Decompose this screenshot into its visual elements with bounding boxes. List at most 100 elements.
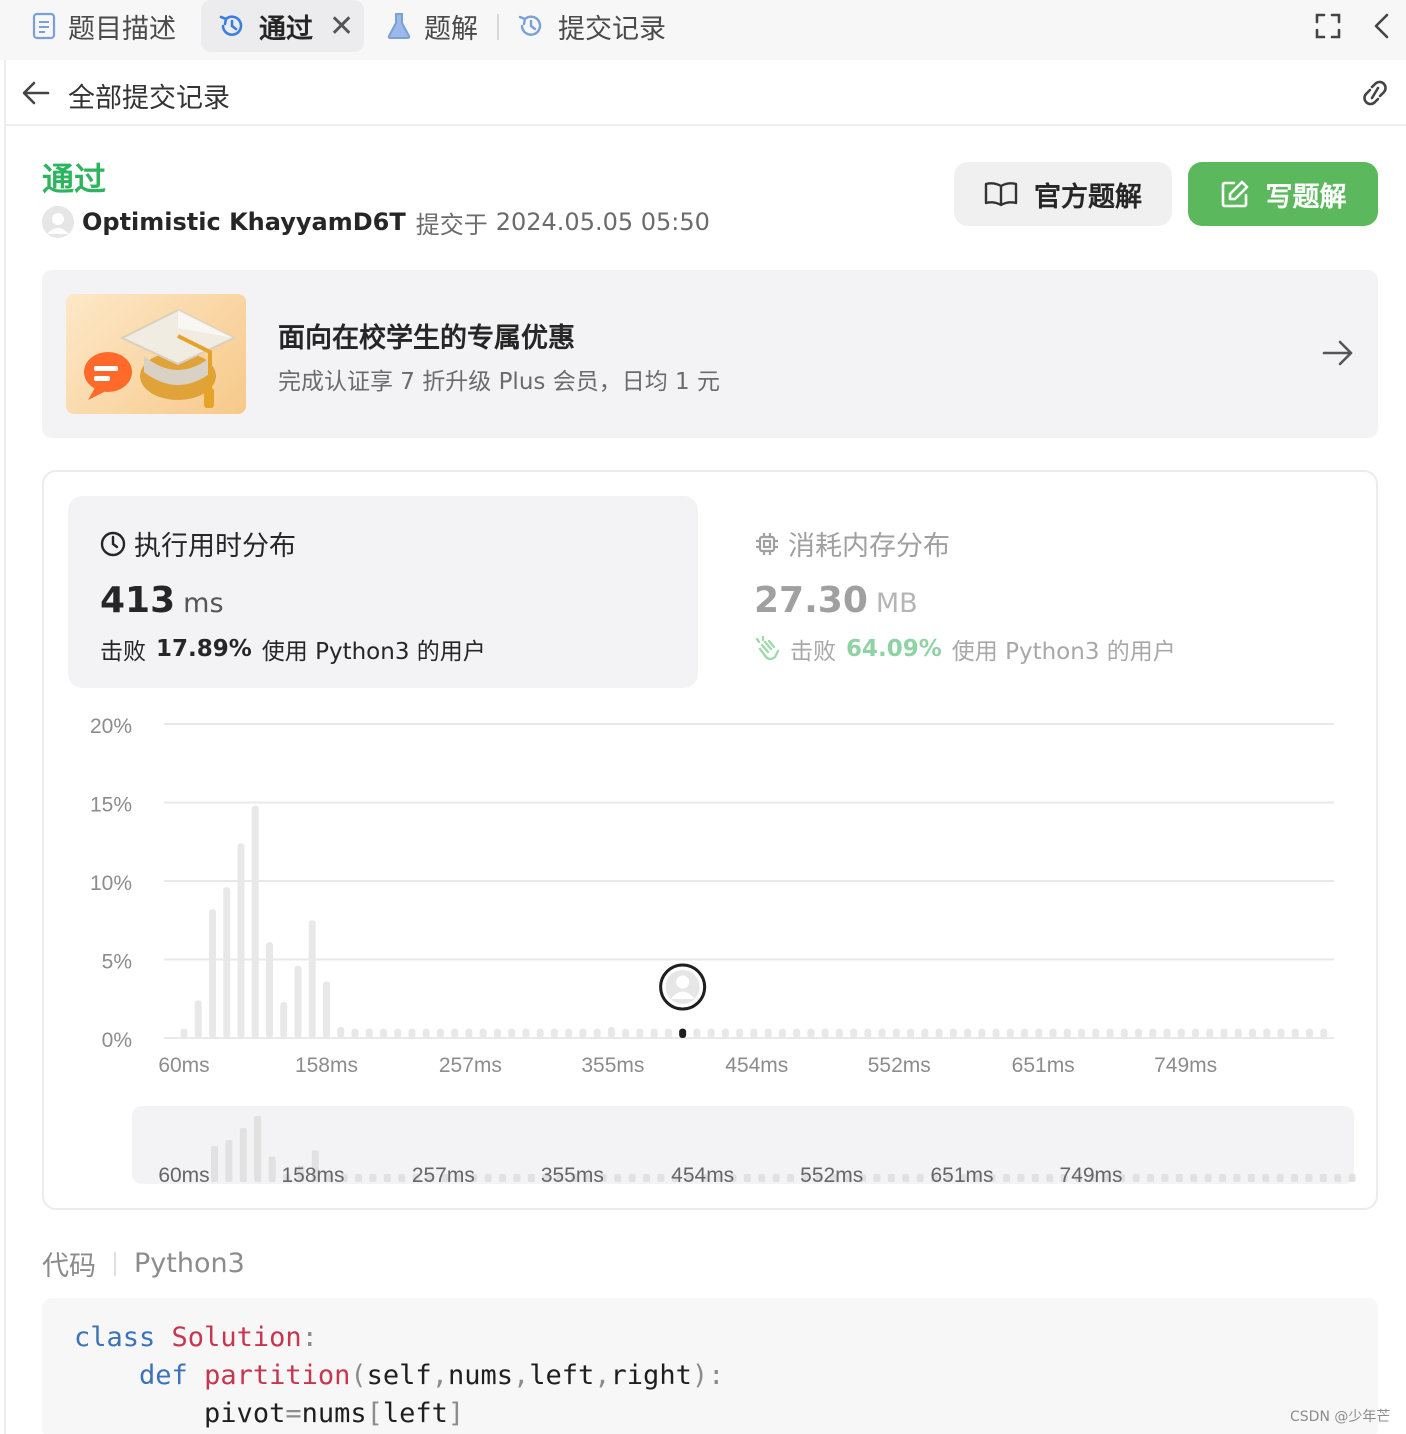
user-name[interactable]: Optimistic KhayyamD6T	[82, 208, 406, 236]
runtime-panel[interactable]: 执行用时分布 413 ms 击败 17.89% 使用 Python3 的用户	[68, 496, 698, 688]
tab-solutions[interactable]: 题解	[386, 0, 478, 52]
link-icon[interactable]	[1358, 78, 1392, 108]
code-token: right	[610, 1360, 692, 1391]
overview-bar	[355, 1174, 362, 1182]
distribution-bar	[707, 1028, 715, 1038]
code-token: self	[366, 1360, 432, 1391]
distribution-bar	[1291, 1028, 1299, 1038]
code-header-divider	[114, 1251, 116, 1276]
memory-unit: MB	[875, 588, 918, 619]
arrow-right-icon[interactable]	[1322, 338, 1354, 368]
flask-icon	[386, 12, 412, 40]
distribution-bar	[223, 887, 231, 1038]
edit-icon	[1220, 179, 1250, 209]
code-token: pivot	[204, 1398, 286, 1429]
distribution-bar	[1063, 1028, 1071, 1038]
write-solution-button[interactable]: 写题解	[1188, 162, 1378, 226]
tab-accepted[interactable]: 通过 ✕	[201, 0, 364, 52]
distribution-bar	[978, 1028, 986, 1038]
overview-bar	[225, 1140, 233, 1182]
code-token: nums	[301, 1398, 367, 1429]
runtime-value-row: 413 ms	[100, 580, 224, 621]
distribution-bar	[850, 1028, 858, 1038]
distribution-bar	[451, 1028, 459, 1038]
distribution-bar	[536, 1028, 544, 1038]
x-tick-label: 158ms	[295, 1054, 358, 1077]
close-icon[interactable]: ✕	[329, 9, 354, 44]
overview-bar	[1204, 1174, 1212, 1182]
panel-border	[4, 60, 6, 1434]
distribution-bar	[1135, 1028, 1143, 1038]
overview-bar	[643, 1174, 650, 1182]
clap-icon	[754, 635, 782, 663]
memory-title-text: 消耗内存分布	[788, 531, 950, 562]
runtime-value: 413	[100, 580, 176, 621]
memory-title: 消耗内存分布	[754, 524, 950, 563]
distribution-bar	[921, 1028, 929, 1038]
distribution-bar	[180, 1028, 188, 1038]
beat-prefix: 击败	[790, 639, 836, 665]
avatar[interactable]	[42, 206, 74, 238]
beat-prefix: 击败	[100, 639, 146, 665]
distribution-bar	[208, 909, 216, 1038]
official-solution-button[interactable]: 官方题解	[954, 162, 1172, 226]
distribution-bar	[194, 1000, 202, 1038]
distribution-bar	[1049, 1028, 1057, 1038]
distribution-bar	[864, 1028, 872, 1038]
y-tick-label: 5%	[102, 951, 132, 974]
distribution-bar	[1177, 1028, 1185, 1038]
distribution-bar	[493, 1028, 501, 1038]
student-promo-banner[interactable]: 面向在校学生的专属优惠 完成认证享 7 折升级 Plus 会员，日均 1 元	[42, 270, 1378, 438]
code-token: nums	[447, 1360, 513, 1391]
performance-card: 执行用时分布 413 ms 击败 17.89% 使用 Python3 的用户 消耗…	[42, 470, 1378, 1210]
back-arrow-icon[interactable]	[22, 80, 50, 106]
distribution-bar	[892, 1028, 900, 1038]
fullscreen-icon[interactable]	[1314, 12, 1342, 40]
overview-bar	[887, 1174, 895, 1182]
distribution-bar	[1092, 1028, 1100, 1038]
overview-bar	[1161, 1174, 1169, 1182]
tab-label: 通过	[259, 13, 313, 45]
watermark: CSDN @少年芒	[1290, 1409, 1391, 1425]
runtime-beat-pct: 17.89%	[156, 636, 252, 662]
distribution-bar	[522, 1028, 530, 1038]
overview-tick-label: 552ms	[800, 1164, 863, 1187]
y-tick-label: 15%	[90, 794, 132, 817]
overview-bar	[254, 1116, 262, 1182]
back-label[interactable]: 全部提交记录	[68, 76, 230, 115]
x-tick-label: 454ms	[725, 1054, 788, 1077]
overview-bar	[398, 1174, 406, 1182]
overview-tick-label: 257ms	[412, 1164, 475, 1187]
memory-panel[interactable]: 消耗内存分布 27.30 MB 击败 64.09% 使用 Python3 的用户	[724, 496, 1354, 688]
overview-bar	[614, 1174, 622, 1182]
overview-bar	[628, 1174, 636, 1182]
tab-description[interactable]: 题目描述	[32, 0, 176, 52]
distribution-bar	[807, 1028, 815, 1038]
distribution-bar	[337, 1027, 345, 1038]
submission-meta: Optimistic KhayyamD6T 提交于 2024.05.05 05:…	[42, 206, 710, 239]
overview-bar	[1348, 1174, 1356, 1182]
overview-bar	[499, 1174, 506, 1182]
distribution-bar	[664, 1028, 672, 1038]
code-line: pivot=nums[left]	[74, 1398, 464, 1429]
tab-submissions[interactable]: 提交记录	[516, 0, 666, 52]
code-token: ,	[512, 1360, 530, 1391]
overview-bar	[513, 1174, 521, 1182]
history-icon	[217, 11, 247, 41]
distribution-bar	[479, 1028, 487, 1038]
overview-bar	[211, 1146, 218, 1182]
overview-bar	[1233, 1174, 1241, 1182]
write-solution-label: 写题解	[1265, 181, 1347, 213]
collapse-icon[interactable]	[1372, 12, 1392, 40]
user-runtime-bar	[679, 1028, 687, 1038]
runtime-distribution-chart[interactable]: 20% 15% 10% 5% 0% 60ms 158ms 257ms 355ms 454ms 552…	[64, 692, 1364, 1192]
distribution-bar	[436, 1028, 444, 1038]
overview-bar	[1247, 1174, 1255, 1182]
code-token: ,	[594, 1360, 611, 1391]
x-tick-label: 651ms	[1012, 1054, 1075, 1077]
distribution-bar	[1120, 1028, 1128, 1038]
overview-bar	[1262, 1174, 1270, 1182]
memory-beat: 击败 64.09% 使用 Python3 的用户	[754, 632, 1176, 666]
